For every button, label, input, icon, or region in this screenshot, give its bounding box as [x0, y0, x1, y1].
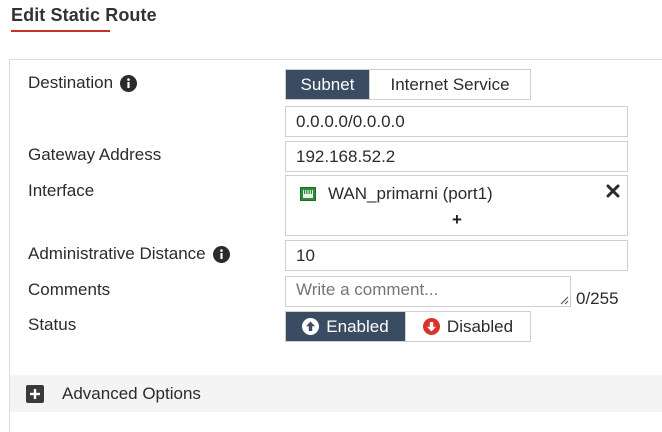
comment-char-counter: 0/255 — [576, 289, 619, 308]
admin-distance-label: Administrative Distance — [28, 244, 230, 264]
resize-handle-icon[interactable] — [560, 296, 569, 305]
gateway-address-label: Gateway Address — [28, 145, 162, 164]
network-port-icon — [300, 187, 316, 201]
expand-plus-icon — [26, 384, 44, 403]
advanced-options-toggle[interactable]: Advanced Options — [10, 375, 662, 412]
status-toggle: Enabled Disabled — [285, 311, 531, 342]
arrow-down-circle-icon — [422, 318, 440, 335]
admin-distance-label-text: Administrative Distance — [28, 244, 206, 263]
destination-subnet-input[interactable]: 0.0.0.0/0.0.0.0 — [285, 106, 628, 137]
disabled-option[interactable]: Disabled — [405, 312, 530, 341]
gateway-address-input[interactable]: 192.168.52.2 — [285, 141, 628, 172]
destination-label-text: Destination — [28, 73, 114, 92]
enabled-label: Enabled — [326, 316, 389, 336]
disabled-label: Disabled — [446, 316, 514, 336]
comments-label: Comments — [28, 280, 111, 299]
status-label: Status — [28, 315, 77, 334]
add-interface-icon[interactable]: + — [452, 211, 462, 228]
enabled-option[interactable]: Enabled — [286, 312, 405, 341]
interface-name: WAN_primarni (port1) — [328, 184, 493, 203]
admin-distance-input[interactable]: 10 — [285, 240, 628, 271]
interface-selector[interactable]: WAN_primarni (port1) + — [285, 175, 628, 236]
destination-label: Destination — [28, 73, 138, 93]
comments-textarea[interactable] — [285, 276, 571, 307]
interface-entry: WAN_primarni (port1) — [300, 184, 493, 204]
subnet-option[interactable]: Subnet — [286, 70, 369, 99]
destination-type-toggle: Subnet Internet Service — [285, 69, 531, 100]
remove-interface-icon[interactable] — [606, 184, 620, 198]
page-title: Edit Static Route — [11, 5, 157, 25]
internet-service-option[interactable]: Internet Service — [369, 70, 530, 99]
advanced-options-label: Advanced Options — [62, 383, 201, 403]
title-underline — [11, 30, 110, 32]
arrow-up-circle-icon — [302, 318, 320, 335]
interface-label: Interface — [28, 181, 95, 200]
info-icon[interactable] — [212, 245, 230, 263]
info-icon[interactable] — [120, 74, 138, 92]
